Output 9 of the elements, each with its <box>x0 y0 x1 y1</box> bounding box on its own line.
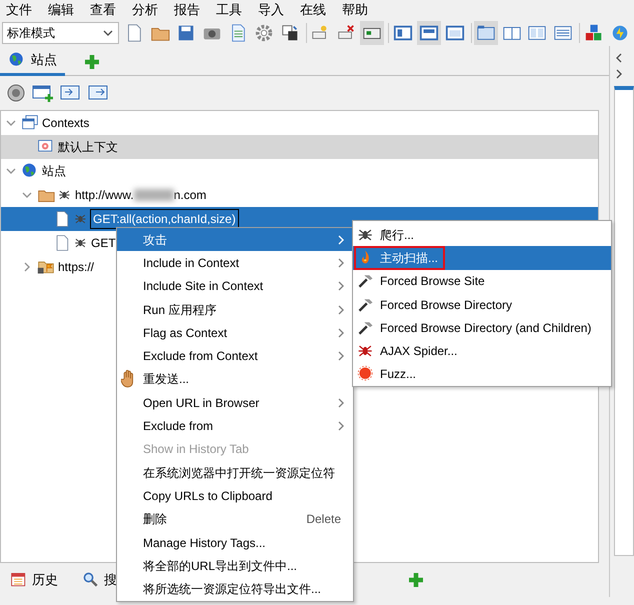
tree-label: Contexts <box>42 115 90 132</box>
shortcut-label: Delete <box>306 511 341 528</box>
tree-label: n.com <box>174 187 206 204</box>
tree-label: http://www. <box>75 187 134 204</box>
tree-label: 站点 <box>42 163 66 180</box>
tree-label: https:// <box>58 259 94 276</box>
tree-label: 默认上下文 <box>58 139 118 156</box>
tree-label: GET <box>91 235 116 252</box>
tree-label: GET:all(action,chanId,size) <box>91 210 238 228</box>
